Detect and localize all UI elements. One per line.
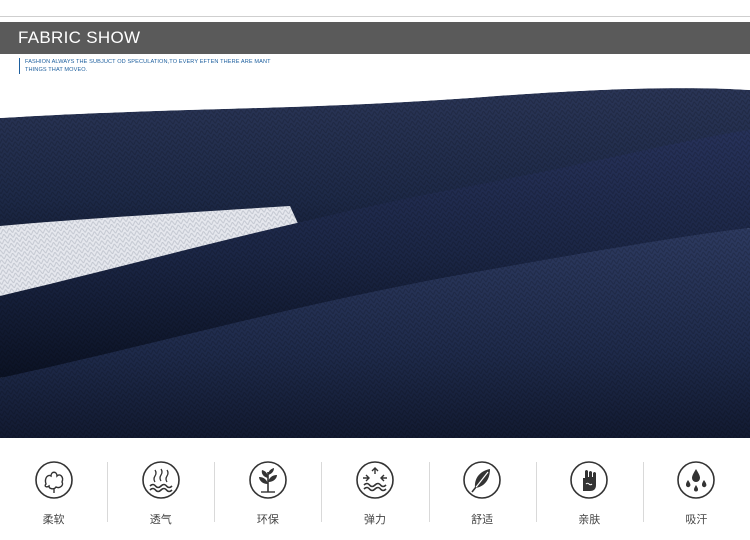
feature-strip: 柔软 透气 环保 弹力 舒适 亲肤 吸汗 (0, 446, 750, 540)
feature-skin-friendly: 亲肤 (535, 446, 643, 540)
top-divider (0, 16, 750, 17)
stretch-arrows-icon (356, 461, 394, 499)
feature-label: 亲肤 (578, 513, 601, 526)
section-title: FABRIC SHOW (18, 28, 141, 47)
feature-sweat-absorbing: 吸汗 (642, 446, 750, 540)
feather-icon (463, 461, 501, 499)
feature-comfort: 舒适 (428, 446, 536, 540)
feature-label: 弹力 (363, 513, 386, 526)
fabric-photo (0, 78, 750, 438)
feature-eco: 环保 (214, 446, 321, 540)
skin-hand-icon (570, 461, 609, 499)
feature-label: 吸汗 (685, 513, 708, 526)
cotton-icon (34, 461, 73, 499)
feature-label: 柔软 (42, 513, 65, 526)
plant-icon (249, 461, 287, 499)
feature-label: 环保 (256, 513, 279, 526)
sweat-drops-icon (677, 461, 716, 499)
feature-label: 舒适 (471, 513, 494, 526)
section-header: FABRIC SHOW (0, 22, 750, 54)
feature-stretch: 弹力 (321, 446, 428, 540)
feature-soft: 柔软 (0, 446, 107, 540)
feature-breathable: 透气 (107, 446, 214, 540)
feature-label: 透气 (149, 513, 172, 526)
breathable-waves-icon (141, 461, 180, 499)
section-subtitle: FASHION ALWAYS THE SUBJUCT OD SPECULATIO… (19, 58, 285, 74)
